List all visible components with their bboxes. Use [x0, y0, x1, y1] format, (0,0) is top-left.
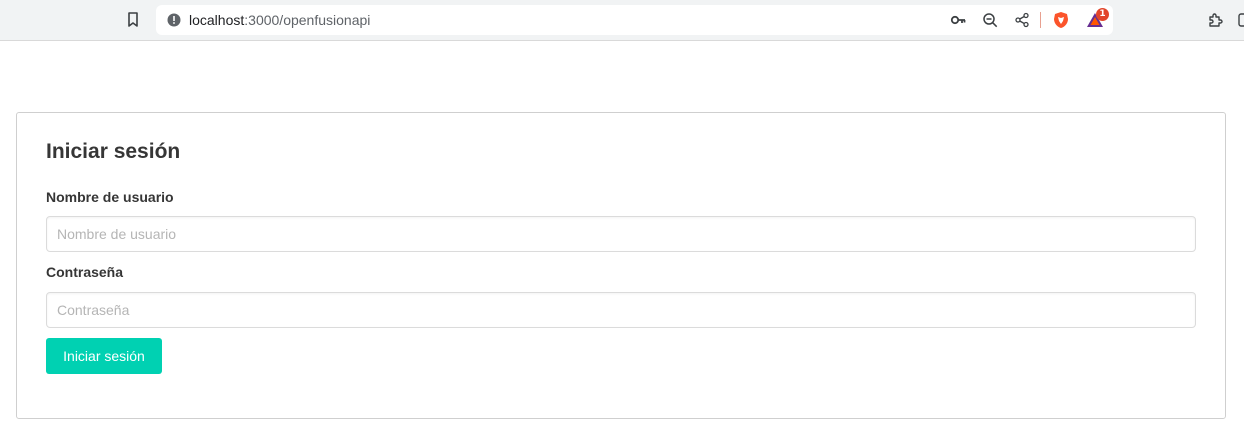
login-title: Iniciar sesión: [46, 140, 181, 163]
password-input[interactable]: [46, 292, 1196, 328]
share-icon[interactable]: [1014, 12, 1030, 28]
key-icon[interactable]: [950, 12, 966, 28]
browser-toolbar: localhost:3000/openfusionapi 1: [0, 0, 1244, 41]
username-input[interactable]: [46, 216, 1196, 252]
url-separator: [1040, 12, 1041, 28]
login-submit-button[interactable]: Iniciar sesión: [46, 338, 162, 374]
notification-badge: 1: [1096, 8, 1109, 21]
address-bar[interactable]: localhost:3000/openfusionapi 1: [156, 5, 1113, 35]
login-card: Iniciar sesión Nombre de usuario Contras…: [16, 112, 1226, 419]
url-host: localhost: [189, 12, 245, 28]
extensions-icon[interactable]: [1207, 12, 1223, 28]
url-path: :3000/openfusionapi: [244, 12, 371, 28]
username-label: Nombre de usuario: [46, 189, 174, 205]
info-icon[interactable]: [167, 13, 181, 27]
password-label: Contraseña: [46, 264, 124, 280]
zoom-out-icon[interactable]: [982, 12, 998, 28]
brave-shield-icon[interactable]: [1052, 11, 1070, 29]
bookmark-icon[interactable]: [125, 11, 141, 29]
url-text[interactable]: localhost:3000/openfusionapi: [189, 12, 370, 28]
sidebar-icon[interactable]: [1238, 12, 1244, 28]
